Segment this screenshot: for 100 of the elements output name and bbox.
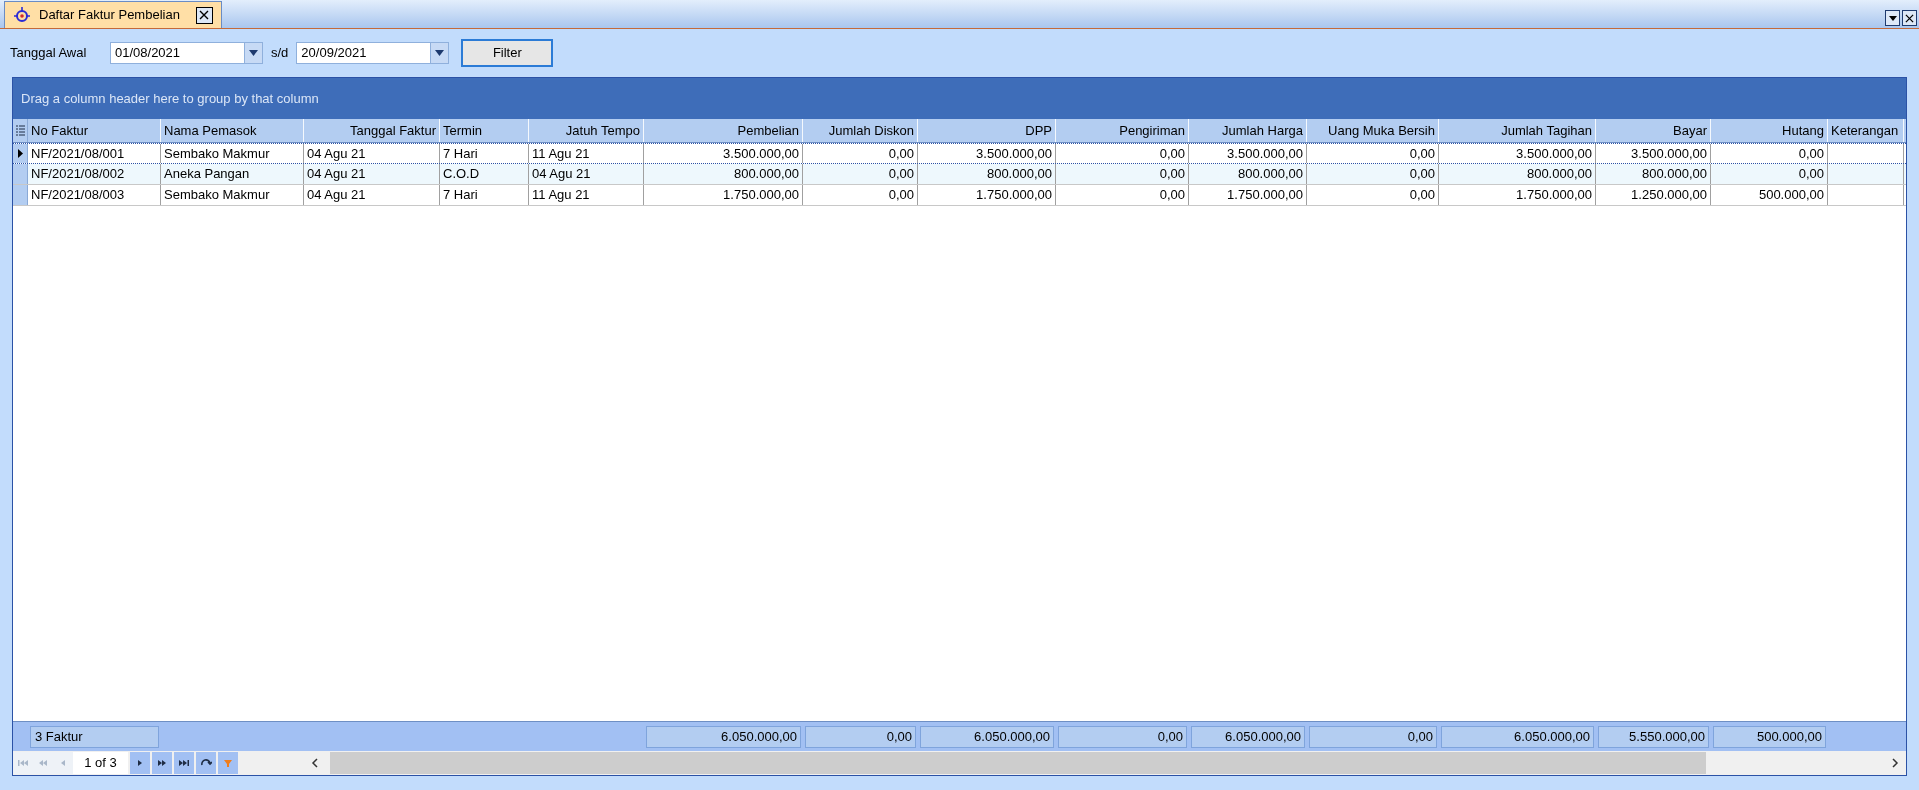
summary-cell: 5.550.000,00 <box>1598 725 1709 748</box>
column-header[interactable]: Uang Muka Bersih <box>1307 119 1439 142</box>
compass-icon <box>13 6 31 24</box>
scrollbar-thumb[interactable] <box>330 752 1706 774</box>
dropdown-arrow-icon <box>1888 15 1897 21</box>
table-cell: 800.000,00 <box>1439 164 1596 184</box>
close-button[interactable] <box>1902 10 1917 26</box>
pager-button[interactable] <box>152 752 172 774</box>
summary-cell: 0,00 <box>1058 725 1187 748</box>
table-cell: 3.500.000,00 <box>1596 144 1711 163</box>
summary-cell: 6.050.000,00 <box>1191 725 1305 748</box>
table-cell: Sembako Makmur <box>161 144 304 163</box>
table-cell: NF/2021/08/003 <box>28 185 161 205</box>
group-hint: Drag a column header here to group by that column <box>21 89 319 108</box>
table-cell: 0,00 <box>803 185 918 205</box>
pager-button[interactable] <box>196 752 216 774</box>
column-chooser-icon[interactable] <box>15 125 25 136</box>
filter-icon <box>222 757 234 769</box>
dropdown-arrow-icon <box>249 50 258 56</box>
double-right-arrow-icon <box>156 757 168 769</box>
tab-title: Daftar Faktur Pembelian <box>39 6 180 25</box>
close-icon <box>199 10 210 20</box>
column-header[interactable]: No Faktur <box>28 119 161 142</box>
table-cell: 800.000,00 <box>1189 164 1307 184</box>
table-cell: 0,00 <box>1056 164 1189 184</box>
row-indicator[interactable] <box>13 144 28 163</box>
table-cell: 800.000,00 <box>918 164 1056 184</box>
table-cell: 0,00 <box>1711 144 1828 163</box>
table-cell: NF/2021/08/002 <box>28 164 161 184</box>
table-cell: 1.750.000,00 <box>644 185 803 205</box>
table-cell: 3.500.000,00 <box>918 144 1056 163</box>
column-header[interactable]: DPP <box>918 119 1056 142</box>
table-cell: 7 Hari <box>440 144 529 163</box>
table-cell: 1.750.000,00 <box>1439 185 1596 205</box>
date-separator: s/d <box>271 44 289 63</box>
page-indicator: 1 of 3 <box>73 752 128 774</box>
table-cell: Sembako Makmur <box>161 185 304 205</box>
column-header[interactable]: Nama Pemasok <box>161 119 304 142</box>
start-date-label: Tanggal Awal <box>10 44 88 63</box>
summary-cell: 3 Faktur <box>30 725 159 748</box>
table-cell: 7 Hari <box>440 185 529 205</box>
date-field[interactable]: 20/09/2021 <box>296 42 450 64</box>
table-cell: 0,00 <box>803 164 918 184</box>
column-header[interactable]: Tanggal Faktur <box>304 119 440 142</box>
table-cell: 1.250.000,00 <box>1596 185 1711 205</box>
summary-cell: 6.050.000,00 <box>1441 725 1594 748</box>
column-header[interactable]: Jatuh Tempo <box>529 119 644 142</box>
table-cell: 11 Agu 21 <box>529 144 644 163</box>
table-cell: 0,00 <box>1711 164 1828 184</box>
table-cell: 0,00 <box>1056 185 1189 205</box>
summary-cell: 6.050.000,00 <box>646 725 801 748</box>
column-header[interactable]: Hutang <box>1711 119 1828 142</box>
column-header[interactable]: Keterangan <box>1828 119 1904 142</box>
table-cell: 04 Agu 21 <box>529 164 644 184</box>
first-icon <box>17 757 29 769</box>
table-cell: 0,00 <box>1307 164 1439 184</box>
table-cell: C.O.D <box>440 164 529 184</box>
column-header[interactable]: Pengiriman <box>1056 119 1189 142</box>
summary-cell: 0,00 <box>1309 725 1437 748</box>
column-header[interactable]: Jumlah Tagihan <box>1439 119 1596 142</box>
table-row[interactable]: NF/2021/08/002 Aneka Pangan 04 Agu 21 C.O.D 04 Agu 21 800.000,00 0,00 800.000,00 0,00 800.000,00 0,00 800.000,00 800.000,00 0,00 <box>13 164 1906 185</box>
table-row[interactable]: NF/2021/08/003 Sembako Makmur 04 Agu 21 7 Hari 11 Agu 21 1.750.000,00 0,00 1.750.000,00 0,00 1.750.000,00 0,00 1.750.000,00 1.250.000,00 500.000,00 <box>13 185 1906 206</box>
column-header[interactable]: Termin <box>440 119 529 142</box>
table-cell: 3.500.000,00 <box>644 144 803 163</box>
table-cell: 0,00 <box>1307 144 1439 163</box>
table-cell: 04 Agu 21 <box>304 144 440 163</box>
table-cell: Aneka Pangan <box>161 164 304 184</box>
table-cell: 500.000,00 <box>1711 185 1828 205</box>
menu-button[interactable] <box>1885 10 1900 26</box>
current-row-arrow-icon <box>17 149 23 158</box>
summary-cell: 0,00 <box>805 725 916 748</box>
column-header[interactable]: Bayar <box>1596 119 1711 142</box>
close-icon <box>1905 13 1914 23</box>
table-cell: 0,00 <box>1056 144 1189 163</box>
close-tab-button[interactable] <box>195 6 213 24</box>
table-cell: 0,00 <box>803 144 918 163</box>
date-field[interactable]: 01/08/2021 <box>110 42 263 64</box>
table-cell: 0,00 <box>1307 185 1439 205</box>
table-cell: 04 Agu 21 <box>304 164 440 184</box>
double-left-arrow-icon <box>37 757 49 769</box>
dropdown-arrow-icon <box>435 50 445 56</box>
pager-button[interactable] <box>130 752 150 774</box>
column-header[interactable]: Jumlah Harga <box>1189 119 1307 142</box>
table-cell: NF/2021/08/001 <box>28 144 161 163</box>
summary-cell: 500.000,00 <box>1713 725 1826 748</box>
document-tab[interactable]: Daftar Faktur Pembelian <box>4 1 222 28</box>
last-icon <box>178 757 190 769</box>
column-header[interactable]: Jumlah Diskon <box>803 119 918 142</box>
filter-button[interactable]: Filter <box>461 39 554 67</box>
table-cell: 800.000,00 <box>1596 164 1711 184</box>
table-cell: 11 Agu 21 <box>529 185 644 205</box>
table-cell: 800.000,00 <box>644 164 803 184</box>
table-cell: 3.500.000,00 <box>1189 144 1307 163</box>
table-cell: 3.500.000,00 <box>1439 144 1596 163</box>
summary-cell: 6.050.000,00 <box>920 725 1054 748</box>
column-header[interactable]: Pembelian <box>644 119 803 142</box>
table-cell: 04 Agu 21 <box>304 185 440 205</box>
pager-button[interactable] <box>174 752 194 774</box>
table-cell: 1.750.000,00 <box>1189 185 1307 205</box>
table-row[interactable]: NF/2021/08/001 Sembako Makmur 04 Agu 21 7 Hari 11 Agu 21 3.500.000,00 0,00 3.500.000,00 0,00 3.500.000,00 0,00 3.500.000,00 3.500.000,00 0,00 <box>13 143 1906 164</box>
